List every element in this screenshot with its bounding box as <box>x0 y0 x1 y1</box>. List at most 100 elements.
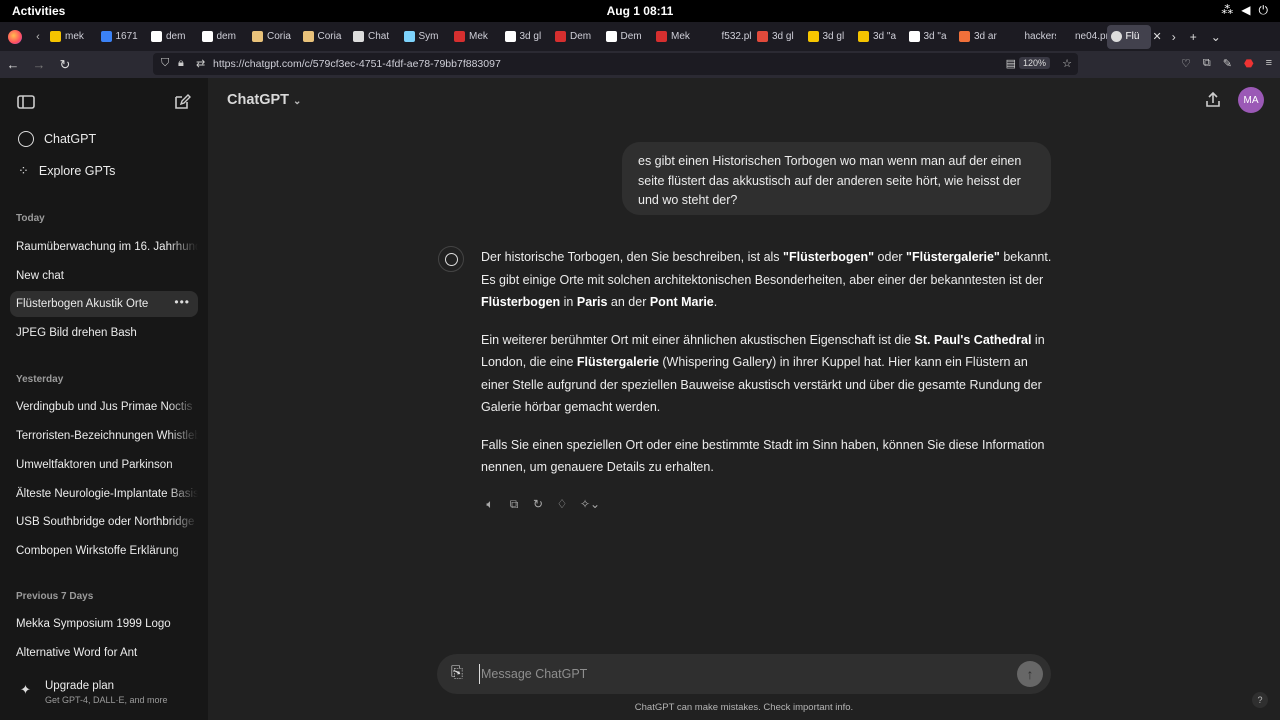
permissions-icon[interactable]: ⇄ <box>196 57 205 70</box>
history-item[interactable]: Älteste Neurologie-Implantate Basis <box>10 481 198 507</box>
list-tabs-icon[interactable]: ⌄ <box>1211 30 1221 44</box>
browser-tab-active[interactable]: Flü <box>1106 24 1151 49</box>
message-input[interactable] <box>479 664 999 684</box>
upgrade-subtitle: Get GPT-4, DALL·E, and more <box>45 695 168 705</box>
attach-icon[interactable]: ⎘ <box>451 664 463 681</box>
url-bar[interactable]: ⛉ 🔒︎ ⇄ https://chatgpt.com/c/579cf3ec-47… <box>153 53 1078 75</box>
browser-tab[interactable]: 1671 <box>97 25 148 49</box>
history-item[interactable]: New chat <box>10 263 198 289</box>
extensions-icon[interactable]: ⧉ <box>1203 57 1211 70</box>
reader-mode-icon[interactable]: ▤ <box>1006 57 1016 70</box>
tab-scroll-left-icon[interactable]: ‹ <box>30 31 46 43</box>
browser-tab-strip: ‹ mek 1671 dem dem Coria Coria Chat Sym Mek 3d gl… <box>0 22 1280 51</box>
system-tray[interactable]: ⁂ ◀ ⏻ <box>1221 3 1268 18</box>
history-item[interactable]: Alternative Word for Ant <box>10 640 198 666</box>
browser-tab[interactable]: Sym <box>400 25 451 49</box>
tab-label: Dem <box>570 31 592 42</box>
ublock-icon[interactable]: ⬣ <box>1244 57 1254 70</box>
browser-tab[interactable]: ne04.pn <box>1056 25 1107 49</box>
model-selector[interactable]: ChatGPT ⌄ <box>227 92 301 108</box>
browser-tab[interactable]: Dem <box>551 25 602 49</box>
browser-tab[interactable]: Chat <box>349 25 400 49</box>
read-aloud-icon[interactable]: 🔈︎ <box>483 497 497 512</box>
browser-tab[interactable]: 3d ar <box>955 25 1006 49</box>
disclaimer: ChatGPT can make mistakes. Check importa… <box>634 702 854 713</box>
browser-tab[interactable]: 3d "a <box>854 25 905 49</box>
browser-tab[interactable]: 3d gl <box>501 25 552 49</box>
toolbar-extensions: ♡ ⧉ ✎ ⬣ ≡ <box>1181 57 1272 70</box>
url-text[interactable]: https://chatgpt.com/c/579cf3ec-4751-4fdf… <box>213 58 501 70</box>
history-section-title: Today <box>16 213 45 224</box>
history-item[interactable]: Mekka Symposium 1999 Logo <box>10 611 198 637</box>
history-item-label: Alternative Word for Ant <box>16 647 138 659</box>
history-item[interactable]: Combopen Wirkstoffe Erklärung <box>10 538 198 564</box>
forward-icon[interactable]: → <box>26 57 52 72</box>
tab-label: mek <box>65 31 84 42</box>
share-icon[interactable] <box>1203 90 1223 110</box>
bookmark-star-icon[interactable]: ☆ <box>1062 57 1072 70</box>
history-item[interactable]: Raumüberwachung im 16. Jahrhundert <box>10 234 198 260</box>
history-item[interactable]: JPEG Bild drehen Bash <box>10 320 198 346</box>
more-options-icon[interactable]: ••• <box>174 295 190 309</box>
browser-tab[interactable]: 3d gl <box>804 25 855 49</box>
history-item[interactable]: Umweltfaktoren und Parkinson <box>10 452 198 478</box>
send-button[interactable]: ↑ <box>1017 661 1043 687</box>
sidebar-nav-chatgpt[interactable]: ChatGPT <box>10 124 198 154</box>
text-run: in <box>560 295 577 309</box>
network-icon: ⁂ <box>1221 3 1234 17</box>
browser-tab[interactable]: Coria <box>248 25 299 49</box>
reload-icon[interactable]: ↻ <box>52 57 78 73</box>
tab-label: hackers <box>1024 31 1057 42</box>
change-model-icon[interactable]: ✧⌄ <box>579 497 601 512</box>
regenerate-icon[interactable]: ↻ <box>531 497 545 512</box>
main-chat: ChatGPT ⌄ MA es gibt einen Historischen T… <box>208 78 1280 720</box>
favicon-icon <box>959 31 970 42</box>
zoom-level[interactable]: 120% <box>1018 57 1050 69</box>
answer-paragraph: Falls Sie einen speziellen Ort oder eine… <box>481 437 1045 475</box>
history-item[interactable]: Flüsterbogen Akustik Orte ••• <box>10 291 198 317</box>
browser-tab[interactable]: Coria <box>299 25 350 49</box>
history-item[interactable]: Terroristen-Bezeichnungen Whistleblower <box>10 423 198 449</box>
browser-tab[interactable]: 3d "a <box>905 25 956 49</box>
browser-tab[interactable]: hackers <box>1006 25 1057 49</box>
history-item[interactable]: Verdingbub und Jus Primae Noctis <box>10 394 198 420</box>
browser-tab[interactable]: Mek <box>450 25 501 49</box>
sidebar-nav-explore-gpts[interactable]: ⁘ Explore GPTs <box>10 156 198 186</box>
browser-tab[interactable]: Mek <box>652 25 703 49</box>
back-icon[interactable]: ← <box>0 57 26 72</box>
favicon-icon <box>656 31 667 42</box>
chevron-down-icon: ⌄ <box>293 96 302 107</box>
tab-label: 3d "a <box>923 31 947 42</box>
shield-icon[interactable]: ⛉ <box>161 57 169 70</box>
close-tab-icon[interactable]: ✕ <box>1153 30 1162 43</box>
copy-icon[interactable]: ⧉ <box>507 497 521 512</box>
history-item[interactable]: USB Southbridge oder Northbridge <box>10 509 198 535</box>
new-tab-icon[interactable]: + <box>1190 30 1197 44</box>
browser-tab[interactable]: Dem <box>602 25 653 49</box>
fade-overlay <box>168 452 198 478</box>
new-chat-icon[interactable] <box>172 92 192 112</box>
clock[interactable]: Aug 1 08:11 <box>0 4 1280 18</box>
favicon-icon <box>605 31 617 42</box>
help-button[interactable]: ? <box>1252 692 1268 708</box>
openai-logo-icon <box>444 252 458 266</box>
pocket-icon[interactable]: ♡ <box>1181 57 1191 70</box>
tab-label: Coria <box>267 31 291 42</box>
avatar[interactable]: MA <box>1238 87 1264 113</box>
tab-label: Chat <box>368 31 390 42</box>
firefox-icon[interactable] <box>8 29 22 44</box>
browser-tab[interactable]: 3d gl <box>753 25 804 49</box>
upgrade-plan-button[interactable]: ✦ Upgrade plan Get GPT-4, DALL·E, and mo… <box>16 678 196 710</box>
tab-label: Mek <box>469 31 488 42</box>
browser-tab[interactable]: f532.pl <box>703 25 754 49</box>
extension-icon[interactable]: ✎ <box>1223 57 1232 70</box>
menu-icon[interactable]: ≡ <box>1266 57 1272 70</box>
browser-tab[interactable]: dem <box>147 25 198 49</box>
tab-scroll-right-icon[interactable]: › <box>1172 30 1176 44</box>
text-run: . <box>713 295 718 309</box>
lock-icon[interactable]: 🔒︎ <box>178 57 184 70</box>
browser-tab[interactable]: dem <box>198 25 249 49</box>
browser-tab[interactable]: mek <box>46 25 97 49</box>
thumbs-down-icon[interactable]: ♢ <box>555 497 569 512</box>
close-sidebar-icon[interactable] <box>16 92 36 112</box>
